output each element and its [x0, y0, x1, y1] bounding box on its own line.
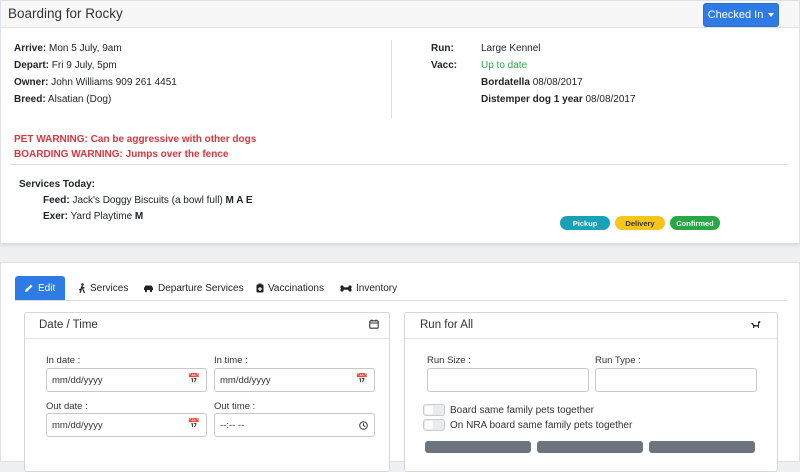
datetime-panel: Date / Time In date : mm/dd/yyyy 📅 In ti… — [24, 312, 390, 472]
confirmed-badge: Confirmed — [670, 216, 720, 230]
datetime-panel-title: Date / Time — [39, 319, 98, 331]
run-type-input[interactable] — [595, 368, 757, 392]
car-icon — [144, 285, 153, 292]
run-type-label: Run Type : — [595, 355, 641, 366]
calendar-icon[interactable]: 📅 — [188, 419, 200, 430]
tab-departure-services[interactable]: Departure Services — [134, 276, 253, 300]
tab-services[interactable]: Services — [69, 276, 137, 300]
action-button[interactable] — [649, 441, 755, 453]
out-date-label: Out date : — [46, 401, 88, 412]
calendar-icon[interactable]: 📅 — [356, 374, 368, 385]
action-button[interactable] — [425, 441, 531, 453]
depart-row: Depart: Fri 9 July, 5pm — [14, 60, 117, 71]
bone-icon — [340, 284, 352, 292]
services-heading: Services Today: — [19, 179, 95, 190]
boarding-warning: BOARDING WARNING: Jumps over the fence — [14, 149, 229, 160]
in-time-input[interactable]: mm/dd/yyyy 📅 — [214, 368, 375, 392]
in-date-label: In date : — [46, 355, 81, 366]
page-title: Boarding for Rocky — [8, 6, 123, 21]
tab-departure-label: Departure Services — [158, 282, 244, 294]
in-date-input[interactable]: mm/dd/yyyy 📅 — [46, 368, 207, 392]
tab-underline — [15, 300, 787, 301]
arrive-row: Arrive: Mon 5 July, 9am — [14, 43, 122, 54]
nra-family-toggle[interactable] — [423, 419, 445, 431]
calendar-icon — [369, 319, 379, 329]
walking-person-icon — [78, 282, 86, 293]
delivery-badge: Delivery — [615, 216, 665, 230]
tab-vaccinations-label: Vaccinations — [268, 282, 324, 294]
tab-edit[interactable]: Edit — [15, 276, 65, 300]
run-label: Run: — [431, 43, 454, 54]
pet-warning: PET WARNING: Can be aggressive with othe… — [14, 134, 257, 145]
out-date-placeholder: mm/dd/yyyy — [52, 419, 103, 431]
boarding-summary-card: Boarding for Rocky Checked In Arrive: Mo… — [0, 0, 800, 244]
out-time-label: Out time : — [214, 401, 256, 412]
in-date-placeholder: mm/dd/yyyy — [52, 374, 103, 386]
pickup-badge: Pickup — [560, 216, 610, 230]
board-family-toggle[interactable] — [423, 404, 445, 416]
tab-edit-label: Edit — [38, 282, 56, 294]
tab-vaccinations[interactable]: Vaccinations — [247, 276, 333, 300]
board-family-toggle-row[interactable]: Board same family pets together — [423, 404, 594, 416]
action-button[interactable] — [537, 441, 643, 453]
tab-inventory[interactable]: Inventory — [331, 276, 406, 300]
dog-icon — [751, 321, 761, 328]
clock-icon[interactable] — [359, 421, 368, 430]
out-time-placeholder: --:-- -- — [220, 419, 245, 431]
service-feed: Feed: Jack's Doggy Biscuits (a bowl full… — [43, 195, 253, 206]
nra-family-toggle-label: On NRA board same family pets together — [450, 419, 633, 431]
vacc-status: Up to date — [481, 60, 528, 71]
run-value: Large Kennel — [481, 43, 541, 54]
in-time-placeholder: mm/dd/yyyy — [220, 374, 271, 386]
medical-clipboard-icon — [256, 283, 264, 293]
board-family-toggle-label: Board same family pets together — [450, 404, 594, 416]
vaccination-distemper: Distemper dog 1 year 08/08/2017 — [481, 94, 636, 105]
out-date-input[interactable]: mm/dd/yyyy 📅 — [46, 413, 207, 437]
tab-services-label: Services — [90, 282, 129, 294]
checked-in-dropdown[interactable]: Checked In — [703, 3, 779, 27]
chevron-down-icon — [768, 13, 775, 17]
datetime-panel-header: Date / Time — [25, 313, 389, 339]
edit-card: Edit Services Departure Services Vaccina… — [0, 262, 800, 472]
vaccination-bordatella: Bordatella 08/08/2017 — [481, 77, 583, 88]
owner-row: Owner: John Williams 909 261 4451 — [14, 77, 177, 88]
in-time-label: In time : — [214, 355, 248, 366]
status-button-label: Checked In — [707, 9, 764, 21]
calendar-icon[interactable]: 📅 — [188, 374, 200, 385]
run-size-label: Run Size : — [427, 355, 471, 366]
card-header: Boarding for Rocky Checked In — [1, 1, 799, 28]
tab-inventory-label: Inventory — [356, 282, 398, 294]
pencil-icon — [25, 284, 33, 292]
breed-row: Breed: Alsatian (Dog) — [14, 94, 112, 105]
run-panel-title: Run for All — [420, 319, 474, 331]
out-time-input[interactable]: --:-- -- — [214, 413, 375, 437]
nra-family-toggle-row[interactable]: On NRA board same family pets together — [423, 419, 632, 431]
column-divider — [391, 40, 392, 118]
divider — [10, 164, 788, 165]
vacc-label: Vacc: — [431, 60, 458, 71]
service-exercise: Exer: Yard Playtime M — [43, 211, 144, 222]
run-panel-header: Run for All — [405, 313, 777, 339]
run-size-input[interactable] — [427, 368, 589, 392]
